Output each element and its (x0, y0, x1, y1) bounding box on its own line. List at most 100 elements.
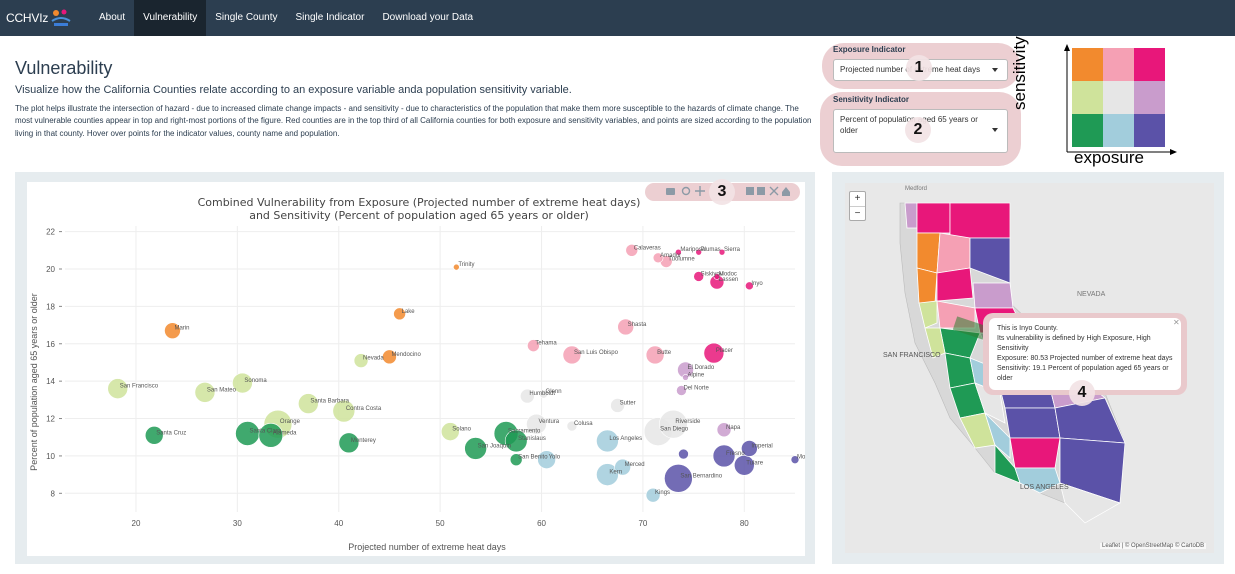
annotation-marker-2: 2 (905, 117, 931, 143)
point-label: San Benito (518, 455, 548, 461)
point-label: Del Norte (683, 385, 709, 391)
map-zoom-control: + − (849, 191, 866, 221)
y-tick-label: 16 (46, 340, 55, 349)
point-label: Santa Cruz (156, 430, 186, 436)
nav-single-indicator[interactable]: Single Indicator (287, 0, 374, 36)
point-label: San Bernardino (680, 473, 722, 479)
annotation-marker-4: 4 (1069, 380, 1095, 406)
x-tick-label: 70 (638, 519, 647, 528)
point-label: Fresno (726, 451, 745, 457)
navbar: CCHVIz About Vulnerability Single County… (0, 0, 1235, 36)
scatter-plot[interactable]: Combined Vulnerability from Exposure (Pr… (27, 182, 813, 556)
point-label: San Francisco (120, 384, 159, 390)
zoom-in-button[interactable]: + (850, 192, 865, 206)
point-label: Placer (716, 348, 733, 354)
point-label: Sacramento (508, 428, 541, 434)
point-label: San Mateo (207, 387, 237, 393)
x-tick-label: 40 (334, 519, 343, 528)
point-label: Trinity (458, 262, 474, 268)
y-tick-label: 22 (46, 228, 55, 237)
nav-about[interactable]: About (90, 0, 134, 36)
camera-icon (666, 188, 675, 195)
nav-download-data[interactable]: Download your Data (373, 0, 482, 36)
point-label: Yolo (549, 455, 561, 461)
map-label-la: LOS ANGELES (1020, 484, 1069, 491)
x-tick-label: 20 (132, 519, 141, 528)
tooltip-close-icon[interactable]: ✕ (1173, 318, 1180, 327)
x-tick-label: 30 (233, 519, 242, 528)
map-tooltip: This is Inyo County. Its vulnerability i… (989, 318, 1181, 390)
point-label: Alameda (273, 430, 297, 436)
zoom-out-button[interactable]: − (850, 206, 865, 220)
page-description: The plot helps illustrate the intersecti… (15, 104, 812, 138)
point-label: Imperial (751, 443, 772, 449)
point-label: Marin (174, 326, 189, 332)
y-tick-label: 18 (46, 302, 55, 311)
point-label: Solano (452, 427, 471, 433)
point-label: El Dorado (688, 365, 715, 371)
data-point (678, 448, 689, 460)
legend-cell-r2c0 (1072, 114, 1103, 147)
point-label: Tehama (535, 341, 557, 347)
y-axis-label: Percent of population aged 65 years or o… (29, 293, 39, 471)
legend-cell-r2c2 (1134, 114, 1165, 147)
annotation-marker-3: 3 (709, 179, 735, 205)
point-label: Riverside (675, 419, 701, 425)
legend-cell-r0c2 (1134, 48, 1165, 81)
chart-title-line2: and Sensitivity (Percent of population a… (249, 209, 589, 222)
point-label: Stanislaus (518, 436, 546, 442)
point-label: San Diego (660, 427, 689, 433)
nav-single-county[interactable]: Single County (206, 0, 286, 36)
x-tick-label: 60 (537, 519, 546, 528)
autoscale-icon (769, 186, 779, 196)
nav-vulnerability[interactable]: Vulnerability (134, 0, 207, 36)
legend-cell-r2c1 (1103, 114, 1134, 147)
annotation-marker-1: 1 (906, 55, 932, 81)
point-label: Shasta (628, 322, 647, 328)
point-label: Contra Costa (346, 406, 382, 412)
point-label: Monterey (351, 438, 376, 444)
point-label: Kern (609, 470, 622, 476)
exposure-label: Exposure Indicator (833, 45, 906, 54)
point-label: Lake (402, 309, 416, 315)
zoom-in-icon (746, 187, 754, 195)
legend-cell-r0c1 (1103, 48, 1134, 81)
tooltip-line-2: Its vulnerability is defined by High Exp… (997, 335, 1151, 352)
point-label: Sierra (724, 247, 741, 253)
point-label: Merced (625, 462, 645, 468)
point-label: Alpine (688, 372, 705, 378)
point-label: Orange (280, 419, 301, 425)
legend-cell-r1c1 (1103, 81, 1134, 114)
chart-title: Combined Vulnerability from Exposure (Pr… (198, 196, 641, 209)
map-label-nevada: NEVADA (1077, 291, 1106, 298)
point-label: Glenn (546, 389, 562, 395)
point-label: Butte (657, 350, 672, 356)
point-label: Napa (726, 425, 741, 431)
point-label: Tulare (746, 460, 763, 466)
point-label: San Luis Obispo (574, 350, 619, 356)
point-label: Sutter (620, 400, 636, 406)
legend-cell-r1c0 (1072, 81, 1103, 114)
point-label: Modoc (719, 271, 737, 277)
legend-cell-r0c0 (1072, 48, 1103, 81)
page-title: Vulnerability (15, 58, 113, 78)
point-label: San Joaquin (478, 443, 511, 449)
home-icon (782, 187, 790, 196)
brand-text: CCHVIz (6, 11, 49, 25)
point-label: Mendocino (391, 352, 421, 358)
pan-icon (695, 186, 705, 196)
point-label: Amador (660, 253, 681, 259)
legend-x-label: exposure (1074, 148, 1144, 167)
brand[interactable]: CCHVIz (0, 0, 90, 36)
zoom-icon (681, 186, 691, 196)
point-label: Ventura (538, 419, 559, 425)
point-label: Calaveras (634, 245, 661, 251)
sensitivity-caret-icon (992, 128, 998, 132)
sensitivity-label: Sensitivity Indicator (833, 95, 910, 104)
plot-area: Combined Vulnerability from Exposure (Pr… (27, 182, 813, 556)
point-label: Mono (797, 455, 805, 461)
point-label: Kings (655, 490, 670, 496)
point-label: Nevada (363, 356, 384, 362)
x-axis-label: Projected number of extreme heat days (348, 542, 506, 552)
point-label: Los Angeles (609, 436, 642, 442)
